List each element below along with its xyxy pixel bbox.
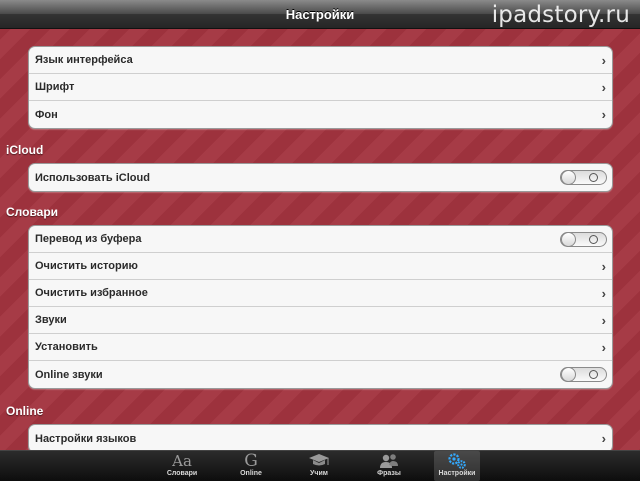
dictionary-icon: Aa <box>172 451 192 470</box>
chevron-right-icon: › <box>601 313 606 328</box>
tab-bar: Aa Словари G Online Учим Фразы Настройки <box>0 450 640 481</box>
section-title-icloud: iCloud <box>6 143 44 157</box>
chevron-right-icon: › <box>601 286 606 301</box>
clear-history-row[interactable]: Очистить историю › <box>29 253 612 280</box>
graduation-cap-icon <box>308 451 330 470</box>
background-row[interactable]: Фон › <box>29 101 612 128</box>
interface-language-row[interactable]: Язык интерфейса › <box>29 47 612 74</box>
row-label: Звуки <box>35 314 67 326</box>
gears-icon <box>446 451 468 470</box>
row-label: Online звуки <box>35 368 103 381</box>
toggle-knob <box>561 367 576 382</box>
tab-label: Фразы <box>377 470 401 477</box>
chevron-right-icon: › <box>601 431 606 446</box>
use-icloud-toggle[interactable] <box>560 170 607 185</box>
section-title-dictionaries: Словари <box>6 205 59 219</box>
tab-settings[interactable]: Настройки <box>434 451 480 481</box>
section-title-online: Online <box>6 404 44 418</box>
tab-label: Настройки <box>438 470 476 477</box>
watermark: ipadstory.ru <box>491 2 630 28</box>
online-sounds-toggle[interactable] <box>560 367 607 382</box>
use-icloud-row: Использовать iCloud <box>29 164 612 191</box>
clipboard-translation-toggle[interactable] <box>560 232 607 247</box>
chevron-right-icon: › <box>601 80 606 95</box>
off-indicator-icon <box>589 173 598 182</box>
tab-online[interactable]: G Online <box>228 451 274 481</box>
page-title: Настройки <box>285 6 355 22</box>
chevron-right-icon: › <box>601 259 606 274</box>
row-label: Очистить избранное <box>35 287 148 299</box>
chevron-right-icon: › <box>601 53 606 68</box>
online-sounds-row: Online звуки <box>29 361 612 388</box>
settings-list[interactable]: Язык интерфейса › Шрифт › Фон › iCloud И… <box>0 28 640 450</box>
tab-label: Словари <box>166 470 198 477</box>
tab-phrases[interactable]: Фразы <box>366 451 412 481</box>
general-settings-group: Язык интерфейса › Шрифт › Фон › <box>28 46 613 129</box>
tab-learn[interactable]: Учим <box>296 451 342 481</box>
row-label: Использовать iCloud <box>35 171 150 184</box>
tab-label: Учим <box>310 470 328 477</box>
off-indicator-icon <box>589 370 598 379</box>
chevron-right-icon: › <box>601 340 606 355</box>
font-row[interactable]: Шрифт › <box>29 74 612 101</box>
row-label: Язык интерфейса <box>35 54 133 66</box>
tab-label: Online <box>240 470 262 477</box>
tab-dictionaries[interactable]: Aa Словари <box>159 451 205 481</box>
install-row[interactable]: Установить › <box>29 334 612 361</box>
toggle-knob <box>561 170 576 185</box>
row-label: Фон <box>35 108 58 121</box>
people-icon <box>378 451 400 470</box>
chevron-right-icon: › <box>601 107 606 122</box>
online-settings-group: Настройки языков › <box>28 424 613 450</box>
sounds-row[interactable]: Звуки › <box>29 307 612 334</box>
row-label: Настройки языков <box>35 432 137 445</box>
row-label: Очистить историю <box>35 260 138 272</box>
row-label: Перевод из буфера <box>35 233 142 245</box>
dictionaries-settings-group: Перевод из буфера Очистить историю › Очи… <box>28 225 613 389</box>
clear-favorites-row[interactable]: Очистить избранное › <box>29 280 612 307</box>
google-icon: G <box>244 450 258 471</box>
off-indicator-icon <box>589 235 598 244</box>
language-settings-row[interactable]: Настройки языков › <box>29 425 612 450</box>
row-label: Установить <box>35 341 98 353</box>
icloud-settings-group: Использовать iCloud <box>28 163 613 192</box>
toggle-knob <box>561 232 576 247</box>
row-label: Шрифт <box>35 81 75 93</box>
clipboard-translation-row: Перевод из буфера <box>29 226 612 253</box>
